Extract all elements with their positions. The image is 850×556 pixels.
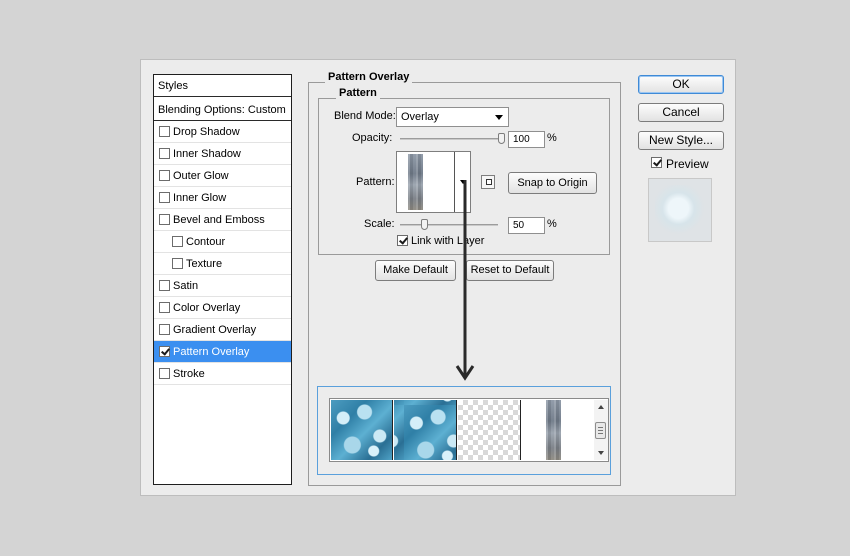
inner-glow-checkbox[interactable] [159,192,170,203]
style-item-inner-glow[interactable]: Inner Glow [154,187,291,209]
scroll-down-icon[interactable] [598,451,604,455]
style-item-label: Outer Glow [173,170,229,182]
new-style-button[interactable]: New Style... [638,131,724,150]
style-item-satin[interactable]: Satin [154,275,291,297]
satin-checkbox[interactable] [159,280,170,291]
style-item-drop-shadow[interactable]: Drop Shadow [154,121,291,143]
new-preset-icon[interactable] [481,175,495,189]
wood-grain-pattern-swatch-cell[interactable] [522,400,592,460]
style-item-label: Pattern Overlay [173,346,250,358]
pattern-picker-panel [317,386,611,475]
pattern-overlay-title: Pattern Overlay [325,71,413,83]
grip-line [598,430,603,431]
style-item-label: Color Overlay [173,302,241,314]
make-default-button[interactable]: Make Default [375,260,456,281]
style-item-label: Satin [173,280,199,292]
reset-to-default-button[interactable]: Reset to Default [466,260,554,281]
chevron-down-icon [495,115,503,120]
style-item-label: Texture [186,258,223,270]
grip-line [598,433,603,434]
style-item-label: Bevel and Emboss [173,214,265,226]
preview-label: Preview [666,157,709,171]
transparent-pattern-swatch[interactable] [458,400,521,460]
pattern-overlay-checkbox[interactable] [159,346,170,357]
pattern-swatch-grid [329,398,609,462]
snap-to-origin-button[interactable]: Snap to Origin [508,172,597,194]
blue-rock-pattern-swatch-1[interactable] [331,400,393,460]
gradient-overlay-checkbox[interactable] [159,324,170,335]
pattern-label: Pattern: [356,176,395,188]
blue-rock-pattern-swatch-2[interactable] [394,400,457,460]
wood-grain-pattern-swatch [408,154,423,210]
opacity-unit: % [547,132,557,144]
new-preset-icon-inner [486,179,492,185]
cancel-button[interactable]: Cancel [638,103,724,122]
layer-style-dialog: Styles Blending Options: Custom Drop Sha… [140,59,736,496]
inner-shadow-checkbox[interactable] [159,148,170,159]
style-item-label: Gradient Overlay [173,324,257,336]
style-item-label: Contour [186,236,226,248]
style-preview-thumbnail [648,178,712,242]
opacity-label: Opacity: [352,132,393,144]
style-item-outer-glow[interactable]: Outer Glow [154,165,291,187]
scrollbar[interactable] [594,400,608,460]
style-item-inner-shadow[interactable]: Inner Shadow [154,143,291,165]
scale-input[interactable]: 50 [508,217,545,234]
style-item-pattern-overlay[interactable]: Pattern Overlay [154,341,291,363]
outer-glow-checkbox[interactable] [159,170,170,181]
style-item-texture[interactable]: Texture [154,253,291,275]
stroke-checkbox[interactable] [159,368,170,379]
blend-mode-label: Blend Mode: [334,110,396,122]
opacity-input[interactable]: 100 [508,131,545,148]
styles-header[interactable]: Styles [154,75,291,97]
blend-mode-select[interactable]: Overlay [396,107,509,127]
link-with-layer-checkbox[interactable] [397,235,408,246]
styles-list: Styles Blending Options: Custom Drop Sha… [153,74,292,485]
down-arrow-icon [455,180,475,381]
scale-slider-thumb[interactable] [420,219,428,230]
blend-mode-value: Overlay [401,111,439,123]
style-item-stroke[interactable]: Stroke [154,363,291,385]
style-item-label: Inner Glow [173,192,227,204]
opacity-slider-track[interactable] [400,138,502,140]
style-item-gradient-overlay[interactable]: Gradient Overlay [154,319,291,341]
drop-shadow-checkbox[interactable] [159,126,170,137]
scale-unit: % [547,218,557,230]
color-overlay-checkbox[interactable] [159,302,170,313]
scale-label: Scale: [364,218,395,230]
wood-grain-pattern-swatch [546,400,561,460]
style-item-contour[interactable]: Contour [154,231,291,253]
scrollbar-thumb[interactable] [595,422,606,439]
style-item-label: Drop Shadow [173,126,240,138]
scale-slider-track[interactable] [400,224,498,226]
style-item-bevel-and-emboss[interactable]: Bevel and Emboss [154,209,291,231]
opacity-slider-thumb[interactable] [498,133,505,144]
grip-line [598,427,603,428]
contour-checkbox[interactable] [172,236,183,247]
bevel-and-emboss-checkbox[interactable] [159,214,170,225]
style-item-label: Stroke [173,368,205,380]
style-item-color-overlay[interactable]: Color Overlay [154,297,291,319]
ok-button[interactable]: OK [638,75,724,94]
texture-checkbox[interactable] [172,258,183,269]
style-item-label: Inner Shadow [173,148,241,160]
pattern-group-title: Pattern [336,87,380,99]
scroll-up-icon[interactable] [598,405,604,409]
preview-checkbox[interactable] [651,157,662,168]
preview-swatch [655,185,707,237]
blending-options-item[interactable]: Blending Options: Custom [154,99,291,121]
